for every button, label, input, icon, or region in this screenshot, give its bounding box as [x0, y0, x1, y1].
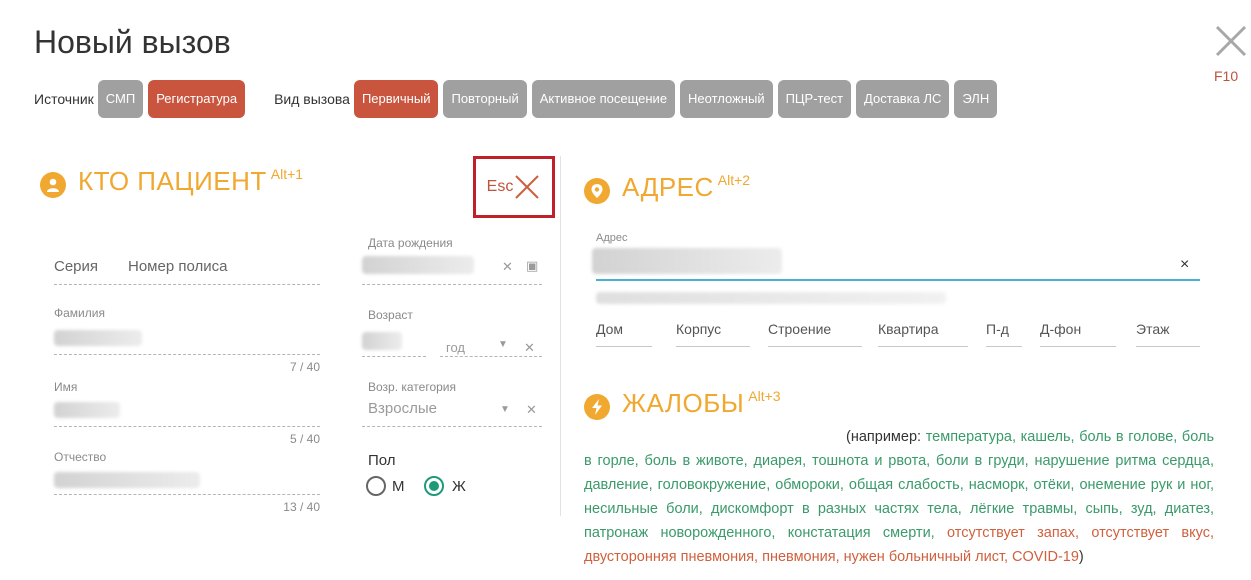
name-input[interactable]: [54, 402, 120, 418]
person-icon: [40, 172, 66, 198]
patient-section-title: КТО ПАЦИЕНТ: [78, 166, 267, 196]
patient-section-hotkey: Alt+1: [270, 166, 304, 182]
complaints-intro: (например:: [846, 429, 922, 445]
age-label: Возраст: [368, 308, 413, 322]
call-type-pcr-test[interactable]: ПЦР-тест: [777, 80, 852, 118]
call-type-repeat[interactable]: Повторный: [443, 80, 527, 118]
apartment-underline: [878, 346, 968, 347]
close-icon[interactable]: [1214, 24, 1248, 58]
name-counter: 5 / 40: [289, 432, 320, 446]
complaints-section-hotkey: Alt+3: [748, 388, 781, 404]
structure-input[interactable]: Строение: [768, 321, 831, 337]
location-pin-icon: [584, 178, 610, 204]
intercom-underline: [1040, 346, 1116, 347]
intercom-input[interactable]: Д-фон: [1040, 321, 1081, 337]
birthdate-clear-icon[interactable]: ✕: [502, 259, 513, 275]
close-hotkey: F10: [1214, 68, 1239, 84]
address-label: Адрес: [596, 232, 628, 244]
building-input[interactable]: Корпус: [676, 321, 721, 337]
patronymic-underline: [54, 494, 320, 495]
age-category-select[interactable]: Взрослые: [368, 400, 437, 417]
sex-female-label: Ж: [452, 478, 466, 495]
age-category-chevron-icon[interactable]: ▼: [500, 404, 510, 415]
name-underline: [54, 426, 320, 427]
name-label: Имя: [54, 380, 78, 394]
surname-label: Фамилия: [54, 306, 105, 320]
entrance-input[interactable]: П-д: [986, 321, 1009, 337]
house-input[interactable]: Дом: [596, 321, 623, 337]
source-chip-registry[interactable]: Регистратура: [148, 80, 246, 118]
call-type-urgent[interactable]: Неотложный: [680, 80, 773, 118]
call-type-drug-delivery[interactable]: Доставка ЛС: [856, 80, 950, 118]
sex-female-radio[interactable]: [424, 476, 444, 496]
age-clear-icon[interactable]: ✕: [524, 340, 535, 356]
complaints-close-paren: ): [1078, 549, 1084, 565]
address-section-title: АДРЕС: [622, 172, 714, 202]
address-section-header: АДРЕС Alt+2: [584, 172, 750, 204]
address-input[interactable]: [592, 248, 782, 274]
age-category-clear-icon[interactable]: ✕: [526, 402, 537, 418]
dialog-title: Новый вызов: [34, 24, 231, 60]
esc-label: Esc: [486, 178, 514, 195]
floor-underline: [1136, 346, 1200, 347]
surname-underline: [54, 354, 320, 355]
policy-series-input[interactable]: Серия: [54, 258, 98, 275]
structure-underline: [768, 346, 862, 347]
patronymic-label: Отчество: [54, 450, 107, 464]
patronymic-counter: 13 / 40: [283, 500, 320, 514]
calendar-icon[interactable]: ▣: [526, 258, 538, 274]
age-underline: [362, 356, 426, 357]
call-type-active-visit[interactable]: Активное посещение: [531, 80, 676, 118]
call-options-row: Источник СМП Регистратура Вид вызова Пер…: [34, 80, 1002, 118]
complaints-section-title: ЖАЛОБЫ: [622, 388, 745, 418]
address-clear-icon[interactable]: ×: [1180, 256, 1189, 274]
age-category-underline: [362, 426, 542, 427]
birthdate-input[interactable]: [362, 256, 474, 274]
age-unit-select[interactable]: год: [446, 340, 465, 355]
call-type-primary[interactable]: Первичный: [353, 80, 439, 118]
surname-input[interactable]: [54, 330, 142, 346]
sex-label: Пол: [368, 452, 396, 469]
sex-male-label: М: [392, 478, 405, 495]
source-label: Источник: [34, 91, 94, 107]
source-chip-smp[interactable]: СМП: [97, 80, 144, 118]
floor-input[interactable]: Этаж: [1136, 321, 1169, 337]
clear-icon: [515, 175, 540, 199]
address-suggestion: [596, 292, 946, 304]
complaints-examples: (например: температура, кашель, боль в г…: [584, 425, 1214, 569]
call-type-label: Вид вызова: [274, 91, 350, 107]
address-underline: [596, 279, 1200, 281]
age-unit-underline: [440, 356, 542, 357]
address-section-hotkey: Alt+2: [717, 172, 751, 188]
lightning-icon: [584, 394, 610, 420]
birthdate-underline: [362, 284, 542, 285]
call-type-eln[interactable]: ЭЛН: [954, 80, 998, 118]
age-unit-chevron-icon[interactable]: ▼: [498, 339, 508, 350]
house-underline: [596, 346, 652, 347]
surname-counter: 7 / 40: [289, 360, 320, 374]
column-divider: [560, 156, 561, 516]
patient-section-header: КТО ПАЦИЕНТ Alt+1: [40, 166, 303, 198]
patient-clear-button[interactable]: Esc: [473, 156, 555, 218]
sex-male-radio[interactable]: [366, 476, 386, 496]
complaints-section-header: ЖАЛОБЫ Alt+3: [584, 388, 781, 420]
apartment-input[interactable]: Квартира: [878, 321, 939, 337]
entrance-underline: [986, 346, 1022, 347]
age-input[interactable]: [362, 332, 402, 350]
age-category-label: Возр. категория: [368, 380, 457, 394]
birthdate-label: Дата рождения: [368, 236, 453, 250]
building-underline: [676, 346, 750, 347]
patronymic-input[interactable]: [54, 472, 200, 488]
policy-number-input[interactable]: Номер полиса: [128, 258, 227, 275]
policy-underline: [54, 284, 320, 285]
